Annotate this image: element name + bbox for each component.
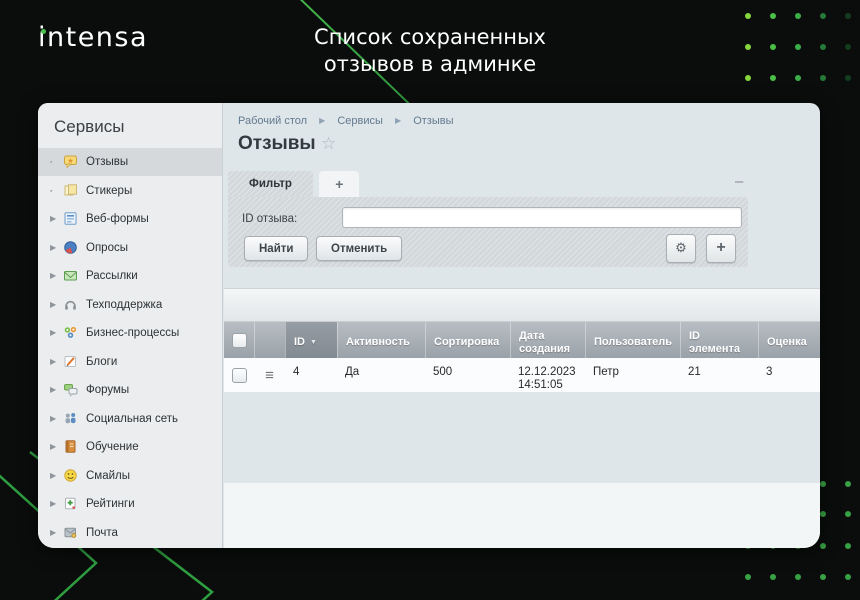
add-filter-tab-button[interactable]: +: [319, 171, 359, 197]
hero-title-line1: Список сохраненных: [0, 24, 860, 51]
sidebar-item-education[interactable]: ▶ Обучение: [38, 433, 222, 461]
table-row: ≡ 4 Да 500 12.12.2023 14:51:05 Петр 21 3: [224, 358, 820, 392]
row-menu-cell: ≡: [254, 358, 285, 392]
row-menu-icon[interactable]: ≡: [265, 369, 274, 382]
logo-green-dot: [41, 29, 46, 34]
expand-arrow-icon[interactable]: ▶: [50, 499, 60, 509]
column-header-active[interactable]: Активность: [337, 322, 425, 358]
sidebar-item-business-processes[interactable]: ▶ Бизнес-процессы: [38, 319, 222, 347]
sidebar-item-social-network[interactable]: ▶ Социальная сеть: [38, 405, 222, 433]
sidebar-item-mail[interactable]: ▶ Почта: [38, 519, 222, 547]
expand-arrow-icon[interactable]: ▶: [50, 385, 60, 395]
breadcrumb-separator-icon: ▶: [319, 116, 325, 125]
gear-icon: ⚙: [675, 240, 687, 255]
filter-settings-button[interactable]: ⚙: [666, 234, 696, 263]
filter-minimize-button[interactable]: –: [735, 173, 743, 190]
expand-arrow-icon[interactable]: ▶: [50, 214, 60, 224]
review-bubble-icon: ★: [63, 154, 78, 169]
breadcrumb: Рабочий стол ▶ Сервисы ▶ Отзывы: [238, 115, 454, 127]
bullet-icon: ▪: [50, 187, 60, 197]
rating-plus-icon: [63, 496, 78, 511]
hero-title-line2: отзывов в админке: [0, 51, 860, 78]
education-book-icon: [63, 439, 78, 454]
expand-arrow-icon[interactable]: ▶: [50, 471, 60, 481]
row-menu-header-cell: [254, 322, 285, 358]
social-people-icon: [63, 411, 78, 426]
breadcrumb-reviews: Отзывы: [413, 115, 453, 127]
column-header-element-id[interactable]: ID элемента: [680, 322, 758, 358]
expand-arrow-icon[interactable]: ▶: [50, 300, 60, 310]
breadcrumb-services[interactable]: Сервисы: [337, 115, 383, 127]
breadcrumb-separator-icon: ▶: [395, 116, 401, 125]
mail-icon: [63, 525, 78, 540]
expand-arrow-icon[interactable]: ▶: [50, 357, 60, 367]
find-button[interactable]: Найти: [244, 236, 308, 261]
hero-title: Список сохраненных отзывов в админке: [0, 24, 860, 78]
stickers-icon: [63, 183, 78, 198]
expand-arrow-icon[interactable]: ▶: [50, 442, 60, 452]
cell-sort: 500: [425, 358, 510, 392]
sidebar-item-stickers[interactable]: ▪ Стикеры: [38, 177, 222, 205]
sidebar-item-ratings[interactable]: ▶ Рейтинги: [38, 490, 222, 518]
blog-pencil-icon: [63, 354, 78, 369]
column-header-rating[interactable]: Оценка: [758, 322, 820, 358]
favorite-star-icon[interactable]: ☆: [321, 134, 336, 154]
column-header-id[interactable]: ID ▼: [285, 322, 337, 358]
sidebar-item-smileys[interactable]: ▶ Смайлы: [38, 462, 222, 490]
row-select-cell: [224, 358, 254, 392]
breadcrumb-desktop[interactable]: Рабочий стол: [238, 115, 307, 127]
svg-text:★: ★: [67, 157, 73, 165]
cell-created-time: 14:51:05: [518, 379, 581, 392]
cancel-button[interactable]: Отменить: [316, 236, 402, 261]
sidebar-item-web-forms[interactable]: ▶ Веб-формы: [38, 205, 222, 233]
web-form-icon: [63, 211, 78, 226]
sidebar-item-blogs[interactable]: ▶ Блоги: [38, 348, 222, 376]
cell-created-date: 12.12.2023: [518, 366, 581, 379]
admin-window: Сервисы ▪ ★ Отзывы ▪ Стикеры ▶ Веб-формы…: [38, 103, 820, 548]
sidebar-title: Сервисы: [54, 117, 124, 137]
headset-icon: [63, 297, 78, 312]
expand-arrow-icon[interactable]: ▶: [50, 243, 60, 253]
forum-bubbles-icon: [63, 382, 78, 397]
grid-header-row: ID ▼ Активность Сортировка Дата создания…: [224, 322, 820, 358]
expand-arrow-icon[interactable]: ▶: [50, 328, 60, 338]
cell-user: Петр: [585, 358, 680, 392]
sort-down-icon: ▼: [310, 336, 317, 349]
cell-id: 4: [285, 358, 337, 392]
column-header-user[interactable]: Пользователь: [585, 322, 680, 358]
sidebar-item-forums[interactable]: ▶ Форумы: [38, 376, 222, 404]
page-title: Отзывы: [238, 133, 316, 155]
bullet-icon: ▪: [50, 158, 60, 168]
gears-icon: [63, 325, 78, 340]
filter-panel: ID отзыва: Найти Отменить ⚙ +: [228, 197, 748, 267]
sidebar-item-polls[interactable]: ▶ Опросы: [38, 234, 222, 262]
expand-arrow-icon[interactable]: ▶: [50, 528, 60, 538]
select-all-checkbox[interactable]: [232, 333, 247, 348]
expand-arrow-icon[interactable]: ▶: [50, 271, 60, 281]
filter-add-field-button[interactable]: +: [706, 234, 736, 263]
select-all-cell: [224, 322, 254, 358]
grid-footer: [224, 483, 820, 548]
tab-filter[interactable]: Фильтр: [228, 171, 313, 197]
review-id-label: ID отзыва:: [242, 213, 297, 225]
plus-icon: +: [716, 239, 725, 256]
sidebar-item-mailings[interactable]: ▶ Рассылки: [38, 262, 222, 290]
smiley-icon: [63, 468, 78, 483]
filter-tab-bar: Фильтр +: [228, 171, 359, 197]
sidebar-item-support[interactable]: ▶ Техподдержка: [38, 291, 222, 319]
cell-rating: 3: [758, 358, 820, 392]
review-id-input[interactable]: [342, 207, 742, 228]
cell-element-id: 21: [680, 358, 758, 392]
cell-created: 12.12.2023 14:51:05: [510, 358, 585, 392]
row-checkbox[interactable]: [232, 368, 247, 383]
grid-toolbar: [224, 288, 820, 322]
cell-active: Да: [337, 358, 425, 392]
sidebar: Сервисы ▪ ★ Отзывы ▪ Стикеры ▶ Веб-формы…: [38, 103, 223, 548]
mailing-envelope-icon: [63, 268, 78, 283]
poll-pie-icon: [63, 240, 78, 255]
expand-arrow-icon[interactable]: ▶: [50, 414, 60, 424]
column-header-sort[interactable]: Сортировка: [425, 322, 510, 358]
sidebar-item-reviews[interactable]: ▪ ★ Отзывы: [38, 148, 222, 176]
column-header-created[interactable]: Дата создания: [510, 322, 585, 358]
